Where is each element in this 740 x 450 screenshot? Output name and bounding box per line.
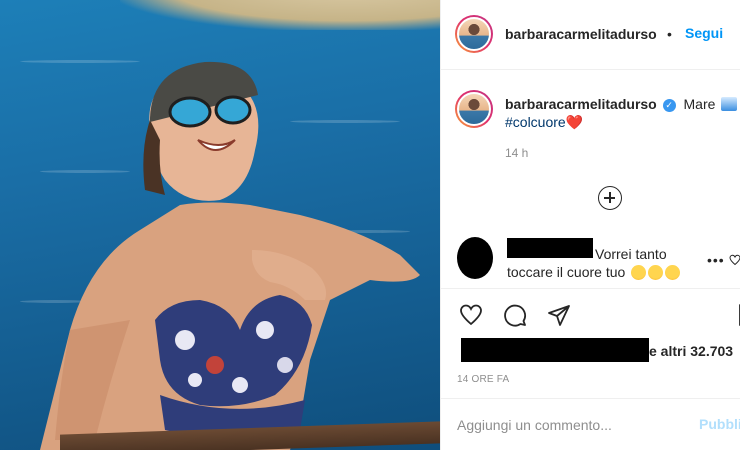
verified-badge-icon: ✓ [662, 99, 676, 112]
likes-username-redacted[interactable] [461, 338, 649, 362]
hashtag-link[interactable]: #colcuore [505, 114, 566, 130]
heart-icon[interactable] [459, 303, 483, 327]
add-comment-bar: Pubblica [441, 398, 740, 450]
smiling-face-icon [665, 265, 681, 280]
caption-username[interactable]: barbaracarmelitadurso [505, 96, 657, 112]
hashtag-line: #colcuore❤️ [505, 114, 583, 131]
comment-icon[interactable] [503, 303, 527, 327]
publish-button[interactable]: Pubblica [699, 416, 740, 432]
bookmark-icon[interactable] [735, 303, 740, 327]
header-separator: • [667, 26, 672, 42]
follow-button[interactable]: Segui [685, 25, 723, 41]
caption-avatar[interactable] [455, 90, 493, 128]
header-username[interactable]: barbaracarmelitadurso [505, 26, 657, 42]
post-image[interactable] [0, 0, 440, 450]
share-icon[interactable] [547, 303, 571, 327]
post-header: barbaracarmelitadurso • Segui [441, 0, 740, 70]
comment-text-line2: toccare il cuore tuo [507, 264, 626, 280]
action-bar [441, 288, 740, 343]
comment-input[interactable] [457, 415, 687, 435]
smiling-face-icon [648, 265, 664, 280]
smiling-face-icon [631, 265, 647, 280]
heart-emoji: ❤️ [565, 114, 584, 130]
caption-text: Mare [683, 96, 716, 112]
post-time[interactable]: 14 ORE FA [457, 374, 509, 385]
post-sidebar: barbaracarmelitadurso • Segui barbaracar… [440, 0, 740, 450]
comment-text-line1: Vorrei tanto [595, 246, 667, 262]
comment-options-icon[interactable]: ••• [707, 252, 725, 268]
caption-timestamp[interactable]: 14 h [505, 146, 528, 160]
load-more-comments-button[interactable] [598, 186, 622, 210]
avatar[interactable] [455, 15, 493, 53]
comment-avatar-redacted[interactable] [457, 237, 493, 279]
caption-line: barbaracarmelitadurso ✓ Mare [505, 96, 738, 112]
comment-heart-icon[interactable] [729, 254, 740, 266]
wave-icon [721, 97, 738, 111]
likes-count[interactable]: e altri 32.703 [649, 343, 733, 359]
woman-swimming-photo [40, 61, 420, 450]
comment-text: Vorrei tanto toccare il cuore tuo [507, 245, 707, 281]
